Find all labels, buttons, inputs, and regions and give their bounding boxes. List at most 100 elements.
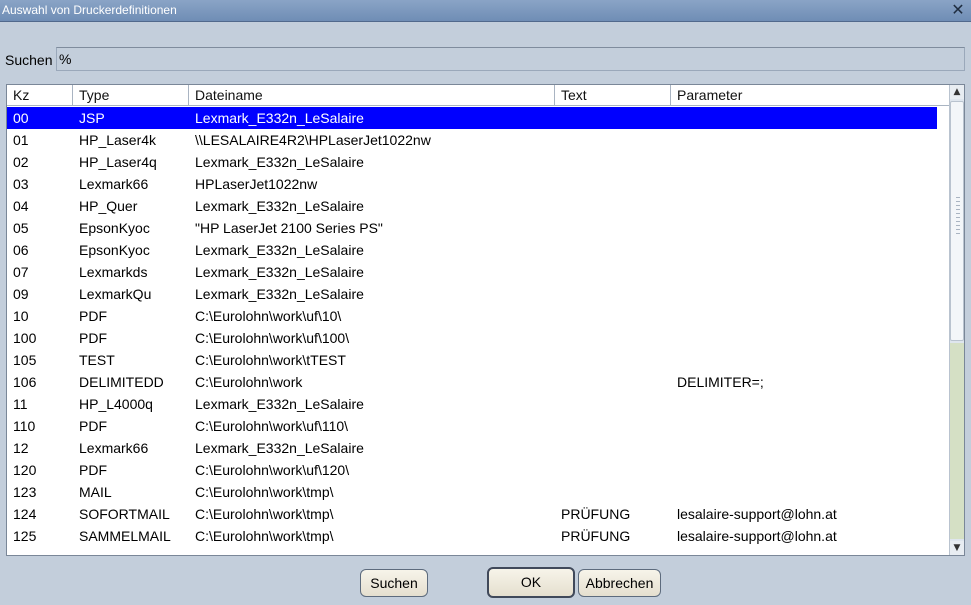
cell-text xyxy=(555,305,671,327)
cell-dateiname: Lexmark_E332n_LeSalaire xyxy=(195,110,364,126)
table-row[interactable]: 110 PDF C:\Eurolohn\work\uf\110\ xyxy=(7,415,937,437)
cell-text xyxy=(555,393,671,415)
cell-parameter xyxy=(671,415,937,437)
cell-kz: 10 xyxy=(13,308,29,324)
table-row[interactable]: 105 TEST C:\Eurolohn\work\tTEST xyxy=(7,349,937,371)
cell-text xyxy=(555,459,671,481)
cell-dateiname: Lexmark_E332n_LeSalaire xyxy=(195,396,364,412)
scrollbar-track[interactable] xyxy=(950,343,964,539)
cell-type: HP_L4000q xyxy=(79,396,153,412)
cell-text xyxy=(555,107,671,129)
scroll-up-icon[interactable]: ▲ xyxy=(950,85,964,99)
cell-text xyxy=(555,195,671,217)
cell-text xyxy=(555,415,671,437)
cell-kz: 124 xyxy=(13,506,37,522)
table-row[interactable]: 12 Lexmark66 Lexmark_E332n_LeSalaire xyxy=(7,437,937,459)
ok-button-label: OK xyxy=(520,574,542,590)
table-row[interactable]: 05 EpsonKyoc "HP LaserJet 2100 Series PS" xyxy=(7,217,937,239)
column-header-kz[interactable]: Kz xyxy=(7,85,73,106)
cell-text xyxy=(555,327,671,349)
table-row[interactable]: 04 HP_Quer Lexmark_E332n_LeSalaire xyxy=(7,195,937,217)
column-header-text[interactable]: Text xyxy=(555,85,671,106)
cell-kz: 11 xyxy=(13,396,28,412)
cell-kz: 12 xyxy=(13,440,29,456)
table-row[interactable]: 06 EpsonKyoc Lexmark_E332n_LeSalaire xyxy=(7,239,937,261)
scroll-down-icon[interactable]: ▼ xyxy=(950,541,964,555)
cell-type: JSP xyxy=(79,110,105,126)
table-row[interactable]: 125 SAMMELMAIL C:\Eurolohn\work\tmp\ PRÜFUN… xyxy=(7,525,937,547)
cell-text xyxy=(555,173,671,195)
cell-kz: 04 xyxy=(13,198,29,214)
search-button[interactable]: Suchen xyxy=(360,569,428,597)
cell-text xyxy=(555,151,671,173)
column-header-dateiname[interactable]: Dateiname xyxy=(189,85,555,106)
cell-text xyxy=(555,371,671,393)
cell-parameter: lesalaire-support@lohn.at xyxy=(677,528,837,544)
cancel-button[interactable]: Abbrechen xyxy=(578,569,661,597)
cell-parameter xyxy=(671,459,937,481)
cell-parameter xyxy=(671,327,937,349)
cell-dateiname: Lexmark_E332n_LeSalaire xyxy=(195,440,364,456)
cell-kz: 125 xyxy=(13,528,37,544)
cell-kz: 06 xyxy=(13,242,29,258)
cell-type: SOFORTMAIL xyxy=(79,506,170,522)
table-row[interactable]: 10 PDF C:\Eurolohn\work\uf\10\ xyxy=(7,305,937,327)
cell-kz: 00 xyxy=(13,110,29,126)
cell-kz: 110 xyxy=(13,418,36,434)
cell-kz: 01 xyxy=(13,132,29,148)
close-icon[interactable]: ✕ xyxy=(949,1,967,19)
column-header-type[interactable]: Type xyxy=(73,85,189,106)
cell-type: LexmarkQu xyxy=(79,286,152,302)
ok-button[interactable]: OK xyxy=(487,567,575,598)
cell-type: HP_Laser4q xyxy=(79,154,157,170)
cell-dateiname: Lexmark_E332n_LeSalaire xyxy=(195,242,364,258)
table-row[interactable]: 124 SOFORTMAIL C:\Eurolohn\work\tmp\ PRÜFUN… xyxy=(7,503,937,525)
printer-table: Kz Type Dateiname Text Parameter 00 JSP Le… xyxy=(6,84,965,556)
table-row[interactable]: 01 HP_Laser4k \\LESALAIRE4R2\HPLaserJet102… xyxy=(7,129,937,151)
cell-text xyxy=(555,129,671,151)
cell-parameter: lesalaire-support@lohn.at xyxy=(677,506,837,522)
cell-type: EpsonKyoc xyxy=(79,242,150,258)
table-row[interactable]: 07 Lexmarkds Lexmark_E332n_LeSalaire xyxy=(7,261,937,283)
table-row[interactable]: 02 HP_Laser4q Lexmark_E332n_LeSalaire xyxy=(7,151,937,173)
table-row[interactable]: 00 JSP Lexmark_E332n_LeSalaire xyxy=(7,107,937,129)
cell-text: PRÜFUNG xyxy=(561,506,631,522)
table-row[interactable]: 11 HP_L4000q Lexmark_E332n_LeSalaire xyxy=(7,393,937,415)
scrollbar-grip-icon xyxy=(956,197,960,237)
cell-parameter xyxy=(671,261,937,283)
search-input[interactable] xyxy=(56,47,965,71)
table-row[interactable]: 09 LexmarkQu Lexmark_E332n_LeSalaire xyxy=(7,283,937,305)
cell-parameter xyxy=(671,107,937,129)
table-body: 00 JSP Lexmark_E332n_LeSalaire 01 HP_Laser4k… xyxy=(7,107,949,555)
cell-dateiname: C:\Eurolohn\work\tmp\ xyxy=(195,484,334,500)
cell-kz: 120 xyxy=(13,462,37,478)
column-header-parameter[interactable]: Parameter xyxy=(671,85,949,106)
cell-parameter xyxy=(671,437,937,459)
table-row[interactable]: 120 PDF C:\Eurolohn\work\uf\120\ xyxy=(7,459,937,481)
cell-dateiname: "HP LaserJet 2100 Series PS" xyxy=(195,220,383,236)
cell-parameter xyxy=(671,305,937,327)
cell-type: PDF xyxy=(79,308,107,324)
cell-type: PDF xyxy=(79,330,107,346)
cell-parameter xyxy=(671,173,937,195)
cell-parameter xyxy=(671,129,937,151)
cell-text xyxy=(555,481,671,503)
cell-type: MAIL xyxy=(79,484,112,500)
table-row[interactable]: 03 Lexmark66 HPLaserJet1022nw xyxy=(7,173,937,195)
table-row[interactable]: 123 MAIL C:\Eurolohn\work\tmp\ xyxy=(7,481,937,503)
table-header: Kz Type Dateiname Text Parameter xyxy=(7,85,949,106)
cell-text xyxy=(555,437,671,459)
cell-parameter xyxy=(671,349,937,371)
cancel-button-label: Abbrechen xyxy=(585,575,654,591)
cell-kz: 02 xyxy=(13,154,29,170)
cell-dateiname: Lexmark_E332n_LeSalaire xyxy=(195,154,364,170)
cell-type: SAMMELMAIL xyxy=(79,528,171,544)
table-row[interactable]: 106 DELIMITEDD C:\Eurolohn\work DELIMITER=; xyxy=(7,371,937,393)
table-row[interactable]: 100 PDF C:\Eurolohn\work\uf\100\ xyxy=(7,327,937,349)
vertical-scrollbar[interactable]: ▲ ▼ xyxy=(949,85,964,555)
cell-parameter xyxy=(671,195,937,217)
cell-dateiname: C:\Eurolohn\work\uf\10\ xyxy=(195,308,342,324)
cell-text xyxy=(555,217,671,239)
scrollbar-thumb[interactable] xyxy=(950,101,964,341)
cell-dateiname: Lexmark_E332n_LeSalaire xyxy=(195,264,364,280)
